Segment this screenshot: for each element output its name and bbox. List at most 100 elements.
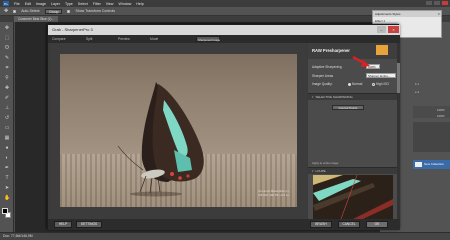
mode-label: Mode bbox=[150, 37, 159, 41]
opacity-value[interactable]: 100% bbox=[437, 108, 445, 112]
sharpen-areas-select[interactable]: Sharpen Entire... bbox=[366, 73, 396, 78]
menu-layer[interactable]: Layer bbox=[51, 2, 60, 6]
show-transform-checkbox[interactable] bbox=[67, 9, 71, 13]
sharpen-areas-label: Sharpen Areas bbox=[312, 74, 334, 78]
panel-scrollbar[interactable] bbox=[397, 43, 400, 219]
photo-credit-line-2: 1/8 ISO 400 f/8 +0.3 ev bbox=[258, 193, 289, 197]
menu-filter[interactable]: Filter bbox=[93, 2, 101, 6]
menu-bar: Ps File Edit Image Layer Type Select Fil… bbox=[0, 0, 450, 7]
dialog-minimize-icon[interactable]: – bbox=[377, 26, 386, 33]
control-points-button[interactable]: Control Points bbox=[332, 105, 364, 110]
color-swatches[interactable] bbox=[2, 208, 11, 220]
hand-tool-icon[interactable]: ✋ bbox=[4, 196, 10, 201]
brand-name: RAW Presharpener bbox=[312, 48, 350, 53]
settings-button[interactable]: SETTINGS bbox=[76, 221, 102, 228]
dialog-titlebar: Grab - SharpenerPro 3 – × bbox=[48, 25, 400, 35]
expand-icon: ▾ bbox=[312, 169, 314, 173]
menu-window[interactable]: Window bbox=[119, 2, 132, 6]
quality-high-option[interactable]: High ISO bbox=[372, 82, 389, 86]
butterfly-red-spot bbox=[170, 172, 174, 176]
quality-normal-option[interactable]: Normal bbox=[348, 82, 362, 86]
brand-logo bbox=[376, 45, 388, 55]
auto-select-label: Auto-Select: bbox=[21, 9, 41, 13]
eyedropper-tool-icon[interactable]: ⚲ bbox=[4, 76, 10, 81]
red-arrow-icon bbox=[352, 56, 370, 67]
menu-select[interactable]: Select bbox=[78, 2, 88, 6]
ok-button[interactable]: OK bbox=[366, 221, 388, 228]
menu-view[interactable]: View bbox=[106, 2, 114, 6]
close-icon[interactable] bbox=[442, 1, 448, 5]
history-brush-tool-icon[interactable]: ↺ bbox=[4, 116, 10, 121]
move-tool-icon[interactable]: ✥ bbox=[4, 8, 8, 14]
path-select-tool-icon[interactable]: ➤ bbox=[4, 186, 10, 191]
layers-list bbox=[413, 122, 450, 152]
layer-row-selected[interactable]: New Collection bbox=[413, 160, 450, 169]
maximize-icon[interactable] bbox=[434, 1, 440, 5]
menu-help[interactable]: Help bbox=[136, 2, 143, 6]
butterfly-red-spot bbox=[186, 174, 190, 178]
panel-close-icon[interactable]: × bbox=[438, 11, 440, 17]
butterfly-shadow bbox=[130, 191, 182, 197]
healing-tool-icon[interactable]: ✚ bbox=[4, 86, 10, 91]
menu-edit[interactable]: Edit bbox=[25, 2, 31, 6]
scrollbar-thumb[interactable] bbox=[397, 63, 400, 93]
loupe-detail bbox=[313, 175, 393, 219]
dialog-bottom-bar: HELP SETTINGS BRUSH CANCEL OK bbox=[48, 219, 400, 230]
butterfly-photo[interactable]: Common Bluebottle (L) 1/8 ISO 400 f/8 +0… bbox=[60, 54, 297, 207]
compare-button[interactable]: Compare bbox=[52, 35, 66, 43]
marquee-tool-icon[interactable]: ⬚ bbox=[4, 36, 10, 41]
preview-checkbox[interactable]: Preview bbox=[118, 35, 130, 43]
minimize-icon[interactable] bbox=[426, 1, 432, 5]
selective-sharpening-header[interactable]: ▾ SELECTIVE SHARPENING bbox=[308, 93, 400, 100]
quick-select-tool-icon[interactable]: ✎ bbox=[4, 56, 10, 61]
loupe-view[interactable] bbox=[313, 175, 393, 219]
dodge-tool-icon[interactable]: ◐ bbox=[4, 156, 10, 161]
photoshop-logo: Ps bbox=[3, 1, 9, 6]
layer-name: New Collection bbox=[424, 162, 445, 166]
brush-tool-icon[interactable]: ✐ bbox=[4, 96, 10, 101]
dialog-title: Grab - SharpenerPro 3 bbox=[52, 27, 93, 32]
blur-tool-icon[interactable]: ● bbox=[4, 146, 10, 151]
split-view-button[interactable]: Split bbox=[86, 35, 92, 43]
photo-credit: Common Bluebottle (L) 1/8 ISO 400 f/8 +0… bbox=[258, 189, 289, 197]
menu-file[interactable]: File bbox=[14, 2, 20, 6]
loupe-header[interactable]: ▾ LOUPE bbox=[308, 167, 400, 174]
auto-select-checkbox[interactable] bbox=[13, 9, 17, 13]
quality-normal-text: Normal bbox=[352, 82, 363, 86]
panel-label-1: it 1 bbox=[415, 82, 420, 86]
butterfly-antenna bbox=[117, 145, 144, 171]
pen-tool-icon[interactable]: ✒ bbox=[4, 166, 10, 171]
foreground-color-swatch[interactable] bbox=[2, 208, 8, 214]
lasso-tool-icon[interactable]: ʘ bbox=[4, 46, 10, 51]
gradient-tool-icon[interactable]: ▦ bbox=[4, 136, 10, 141]
adaptive-sharpening-label: Adaptive Sharpening bbox=[312, 65, 342, 69]
menu-image[interactable]: Image bbox=[36, 2, 46, 6]
preview-area: Common Bluebottle (L) 1/8 ISO 400 f/8 +0… bbox=[50, 43, 307, 219]
brush-button[interactable]: BRUSH bbox=[310, 221, 332, 228]
clone-stamp-tool-icon[interactable]: ⊥ bbox=[4, 106, 10, 111]
toolbox: ✥ ⬚ ʘ ✎ ⌗ ⚲ ✚ ✐ ⊥ ↺ ▭ ▦ ● ◐ ✒ T ➤ ✋ bbox=[0, 22, 14, 232]
fill-value[interactable]: 100% bbox=[437, 114, 445, 118]
layer-group-select[interactable]: Group bbox=[45, 8, 63, 14]
type-tool-icon[interactable]: T bbox=[4, 176, 10, 181]
butterfly-red-spot bbox=[178, 176, 182, 180]
quality-high-text: High ISO bbox=[376, 82, 389, 86]
apply-entire-image-label: Apply to entire image bbox=[312, 161, 339, 165]
loupe-title: LOUPE bbox=[315, 169, 326, 173]
eraser-tool-icon[interactable]: ▭ bbox=[4, 126, 10, 131]
mode-select[interactable]: Sharpened Image bbox=[196, 36, 220, 42]
expand-icon: ▾ bbox=[312, 95, 314, 99]
move-tool-icon[interactable]: ✥ bbox=[4, 26, 10, 31]
sharpener-control-panel: RAW Presharpener Adaptive Sharpening 100… bbox=[308, 43, 400, 219]
window-controls bbox=[426, 1, 448, 5]
crop-tool-icon[interactable]: ⌗ bbox=[4, 66, 10, 71]
help-button[interactable]: HELP bbox=[54, 221, 72, 228]
quality-high-radio[interactable] bbox=[372, 82, 375, 86]
panel-label-2: e 2 bbox=[415, 90, 420, 94]
menu-type[interactable]: Type bbox=[65, 2, 73, 6]
dialog-close-icon[interactable]: × bbox=[388, 26, 399, 33]
sharpener-dialog: Grab - SharpenerPro 3 – × Compare Split … bbox=[47, 24, 400, 230]
quality-normal-radio[interactable] bbox=[348, 82, 351, 86]
image-quality-label: Image Quality: bbox=[312, 82, 333, 86]
cancel-button[interactable]: CANCEL bbox=[338, 221, 360, 228]
